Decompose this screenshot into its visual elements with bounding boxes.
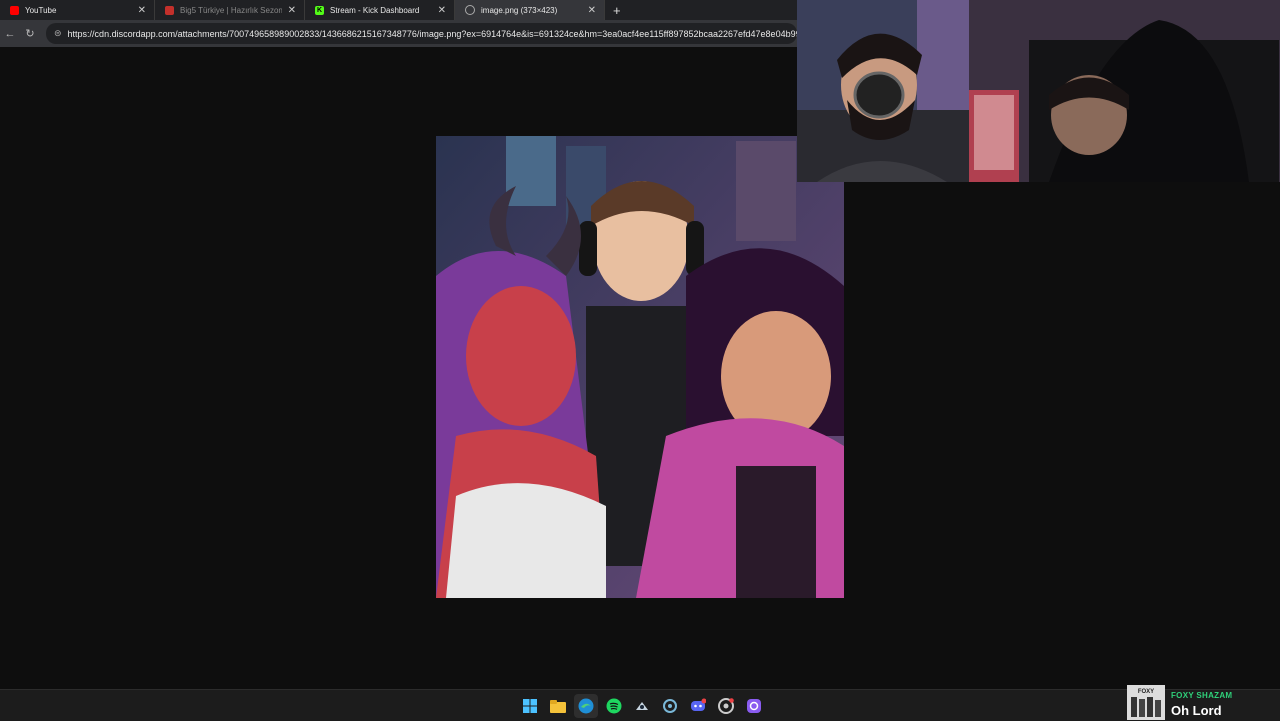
tab-image-png[interactable]: image.png (373×423) ✕ — [455, 0, 605, 20]
url-text: https://cdn.discordapp.com/attachments/7… — [67, 28, 797, 39]
tab-title: Big5 Türkiye | Hazırlık Sezonu 5 — [180, 5, 282, 15]
webcam-feed-left — [797, 0, 969, 182]
url-field[interactable]: ⊜ https://cdn.discordapp.com/attachments… — [46, 23, 797, 44]
spotify-icon[interactable] — [602, 694, 626, 718]
webcam-image — [797, 0, 969, 182]
site-info-icon[interactable]: ⊜ — [54, 28, 62, 39]
address-bar-row: ← ↻ ⊜ https://cdn.discordapp.com/attachm… — [0, 20, 797, 47]
artist-name: FOXY SHAZAM — [1171, 691, 1233, 700]
new-tab-button[interactable]: + — [613, 3, 621, 18]
youtube-icon — [165, 5, 174, 15]
album-cover-text: FOXY — [1138, 689, 1154, 695]
windows-start-icon[interactable] — [518, 694, 542, 718]
displayed-image[interactable] — [436, 136, 844, 598]
network-app-icon[interactable] — [658, 694, 682, 718]
close-icon[interactable]: ✕ — [288, 5, 296, 16]
close-icon[interactable]: ✕ — [588, 5, 596, 16]
tab-big5[interactable]: Big5 Türkiye | Hazırlık Sezonu 5 ✕ — [155, 0, 305, 20]
webcam-image — [969, 0, 1280, 182]
globe-icon — [465, 5, 475, 15]
taskbar-app-icons — [518, 694, 766, 718]
reload-icon[interactable]: ↻ — [20, 27, 40, 40]
tab-title: YouTube — [25, 5, 57, 15]
steam-icon[interactable] — [630, 694, 654, 718]
windows-taskbar — [0, 689, 1280, 721]
tab-youtube[interactable]: YouTube ✕ — [0, 0, 155, 20]
tab-kick-dashboard[interactable]: K Stream - Kick Dashboard ✕ — [305, 0, 455, 20]
close-icon[interactable]: ✕ — [438, 5, 446, 16]
obs-icon[interactable] — [742, 694, 766, 718]
youtube-icon — [10, 5, 19, 15]
discord-icon[interactable] — [686, 694, 710, 718]
close-icon[interactable]: ✕ — [138, 5, 146, 16]
back-arrow-icon[interactable]: ← — [0, 28, 20, 40]
browser-tab-bar: YouTube ✕ Big5 Türkiye | Hazırlık Sezonu… — [0, 0, 797, 20]
edge-browser-icon[interactable] — [574, 694, 598, 718]
tab-title: Stream - Kick Dashboard — [330, 5, 420, 15]
artwork-illustration — [436, 136, 844, 598]
now-playing-widget: FOXY FOXY SHAZAM Oh Lord — [1127, 685, 1280, 720]
webcam-feed-right — [969, 0, 1280, 182]
file-explorer-icon[interactable] — [546, 694, 570, 718]
song-title: Oh Lord — [1171, 703, 1222, 718]
album-cover: FOXY — [1127, 685, 1165, 720]
chrome-icon[interactable] — [714, 694, 738, 718]
tab-title: image.png (373×423) — [481, 5, 558, 15]
kick-icon: K — [315, 5, 324, 15]
